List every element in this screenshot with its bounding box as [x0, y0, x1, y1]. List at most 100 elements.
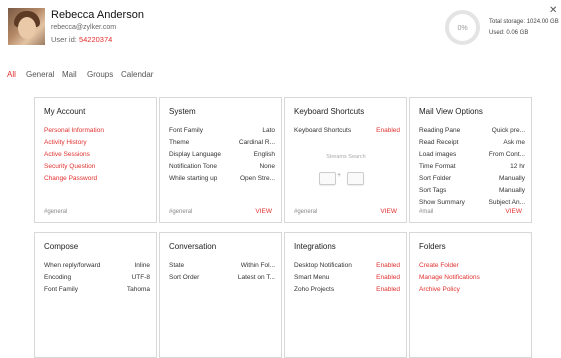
- setting-key: Desktop Notification: [294, 262, 352, 269]
- card-mail-view-options: Mail View Options Reading Pane Quick pre.…: [409, 97, 532, 223]
- setting-value: UTF-8: [131, 274, 150, 281]
- link-active-sessions[interactable]: Active Sessions: [44, 149, 150, 161]
- setting-value: Manually: [498, 175, 525, 182]
- tab-mail[interactable]: Mail: [62, 70, 77, 79]
- link-personal-information[interactable]: Personal Information: [44, 125, 150, 137]
- category-tabs: All General Mail Groups Calendar: [0, 70, 561, 84]
- card-my-account: My Account Personal Information Activity…: [34, 97, 157, 223]
- setting-row: Sort Order Latest on T...: [169, 272, 275, 284]
- user-id-label: User id:: [51, 35, 77, 44]
- view-button[interactable]: VIEW: [380, 208, 397, 215]
- keycap-icon: [347, 172, 364, 185]
- link-archive-policy[interactable]: Archive Policy: [419, 284, 525, 296]
- close-icon[interactable]: ✕: [549, 6, 557, 16]
- avatar-face: [18, 17, 36, 39]
- setting-value: Ask me: [503, 139, 525, 146]
- setting-value: Manually: [498, 187, 525, 194]
- card-keyboard-shortcuts: Keyboard Shortcuts Keyboard Shortcuts Ena…: [284, 97, 407, 223]
- storage-percent: 0%: [457, 25, 467, 32]
- setting-key: Keyboard Shortcuts: [294, 127, 352, 134]
- setting-row: Display Language English: [169, 149, 275, 161]
- setting-row: While starting up Open Stre...: [169, 173, 275, 185]
- setting-key: Display Language: [169, 151, 222, 158]
- plus-icon: +: [337, 172, 342, 179]
- card-title: Keyboard Shortcuts: [294, 107, 365, 116]
- setting-row: Read Receipt Ask me: [419, 137, 525, 149]
- setting-value: From Cont...: [488, 151, 525, 158]
- storage-ring: 0%: [445, 10, 480, 45]
- setting-row: Zoho Projects Enabled: [294, 284, 400, 296]
- shortcut-preview-label: Streams Search: [326, 154, 366, 160]
- setting-key: Font Family: [169, 127, 203, 134]
- setting-value: Enabled: [376, 286, 400, 293]
- setting-value: 12 hr: [510, 163, 525, 170]
- setting-key: Notification Tone: [169, 163, 217, 170]
- link-create-folder[interactable]: Create Folder: [419, 260, 525, 272]
- setting-row: Encoding UTF-8: [44, 272, 150, 284]
- card-title: Mail View Options: [419, 107, 483, 116]
- setting-row: Load images From Cont...: [419, 149, 525, 161]
- storage-used: Used: 0.06 GB: [489, 30, 529, 36]
- avatar[interactable]: [8, 8, 45, 45]
- setting-value: Latest on T...: [237, 274, 275, 281]
- setting-row: Theme Cardinal R...: [169, 137, 275, 149]
- profile-header: Rebecca Anderson rebecca@zylker.com User…: [0, 0, 561, 60]
- view-button[interactable]: VIEW: [255, 208, 272, 215]
- setting-value: Enabled: [376, 127, 400, 134]
- card-title: Conversation: [169, 242, 217, 251]
- shortcut-preview: Streams Search +: [309, 154, 383, 194]
- tab-groups[interactable]: Groups: [87, 70, 113, 79]
- setting-value: Quick pre...: [491, 127, 525, 134]
- setting-key: Encoding: [44, 274, 72, 281]
- card-title: System: [169, 107, 196, 116]
- setting-row: Time Format 12 hr: [419, 161, 525, 173]
- link-manage-notifications[interactable]: Manage Notifications: [419, 272, 525, 284]
- tab-calendar[interactable]: Calendar: [121, 70, 153, 79]
- setting-value: None: [259, 163, 275, 170]
- setting-row: Sort Tags Manually: [419, 185, 525, 197]
- card-tag: #mail: [419, 209, 434, 215]
- setting-key: Read Receipt: [419, 139, 459, 146]
- setting-value: Cardinal R...: [238, 139, 275, 146]
- view-button[interactable]: VIEW: [505, 208, 522, 215]
- card-system: System Font Family Lato Theme Cardinal R..…: [159, 97, 282, 223]
- card-title: My Account: [44, 107, 86, 116]
- setting-value: Enabled: [376, 262, 400, 269]
- setting-key: Sort Folder: [419, 175, 452, 182]
- storage-total: Total storage: 1024.00 GB: [489, 19, 559, 25]
- setting-key: While starting up: [169, 175, 218, 182]
- card-tag: #general: [169, 209, 193, 215]
- setting-key: Show Summary: [419, 199, 465, 206]
- card-tag: #general: [294, 209, 318, 215]
- setting-row: Font Family Lato: [169, 125, 275, 137]
- setting-row: When reply/forward Inline: [44, 260, 150, 272]
- setting-key: Sort Order: [169, 274, 200, 281]
- setting-key: When reply/forward: [44, 262, 101, 269]
- setting-value: Within Fol...: [240, 262, 275, 269]
- card-conversation: Conversation State Within Fol... Sort Ord…: [159, 232, 282, 358]
- user-email: rebecca@zylker.com: [51, 24, 117, 31]
- setting-value: Enabled: [376, 274, 400, 281]
- setting-key: Load images: [419, 151, 457, 158]
- setting-value: Open Stre...: [239, 175, 275, 182]
- user-id: User id: 54220374: [51, 35, 112, 44]
- setting-value: Lato: [262, 127, 275, 134]
- card-title: Compose: [44, 242, 79, 251]
- tab-all[interactable]: All: [7, 70, 16, 79]
- card-tag: #general: [44, 209, 68, 215]
- setting-key: Zoho Projects: [294, 286, 335, 293]
- link-activity-history[interactable]: Activity History: [44, 137, 150, 149]
- link-security-question[interactable]: Security Question: [44, 161, 150, 173]
- link-change-password[interactable]: Change Password: [44, 173, 150, 185]
- setting-key: Sort Tags: [419, 187, 447, 194]
- tab-general[interactable]: General: [26, 70, 54, 79]
- setting-row: State Within Fol...: [169, 260, 275, 272]
- setting-row: Desktop Notification Enabled: [294, 260, 400, 272]
- keycap-icon: [319, 172, 336, 185]
- setting-row: Notification Tone None: [169, 161, 275, 173]
- setting-key: Font Family: [44, 286, 78, 293]
- setting-row: Keyboard Shortcuts Enabled: [294, 125, 400, 137]
- user-id-value: 54220374: [78, 35, 113, 44]
- setting-key: State: [169, 262, 185, 269]
- setting-row: Smart Menu Enabled: [294, 272, 400, 284]
